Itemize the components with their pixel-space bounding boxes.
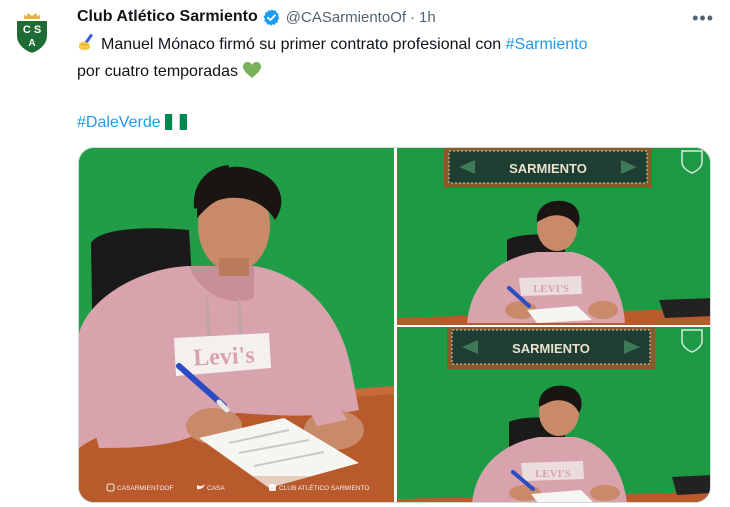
avatar[interactable]: C S A	[8, 8, 56, 56]
hashtag-daleverde[interactable]: #DaleVerde	[77, 114, 161, 131]
writing-hand-icon	[77, 32, 97, 60]
verified-badge-icon	[262, 8, 281, 27]
more-options-icon[interactable]: •••	[692, 8, 714, 29]
svg-text:CASARMIENTOOF: CASARMIENTOOF	[117, 485, 174, 492]
svg-text:A: A	[28, 38, 35, 49]
tweet-line-1: Manuel Mónaco firmó su primer contrato p…	[77, 32, 707, 60]
separator-dot: ·	[410, 8, 416, 26]
author-name[interactable]: Club Atlético Sarmiento	[77, 8, 258, 26]
svg-text:C S: C S	[23, 24, 41, 36]
tweet-timestamp[interactable]: 1h	[419, 9, 436, 26]
club-crest-icon: C S A	[15, 13, 49, 56]
hashtag-sarmiento[interactable]: #Sarmiento	[506, 36, 588, 53]
tweet-text-continued: por cuatro temporadas	[77, 63, 238, 80]
photo-bottom-right[interactable]: SARMIENTO LEVI'S	[397, 327, 710, 502]
tweet-media-grid: Levi's CASARMIENTOOF CASA CLUB ATLÉTICO …	[78, 147, 711, 503]
svg-text:SARMIENTO: SARMIENTO	[509, 161, 587, 176]
tweet-line-2: por cuatro temporadas	[77, 60, 707, 87]
author-handle[interactable]: @CASarmientoOf	[286, 9, 406, 26]
svg-text:SARMIENTO: SARMIENTO	[512, 341, 590, 356]
nigeria-flag-icon	[165, 114, 188, 138]
svg-text:LEVI'S: LEVI'S	[535, 468, 571, 480]
tweet-text: Manuel Mónaco firmó su primer contrato p…	[77, 32, 707, 138]
svg-text:CASA: CASA	[207, 485, 225, 492]
tweet-text-main: Manuel Mónaco firmó su primer contrato p…	[101, 36, 506, 53]
photo-top-right[interactable]: SARMIENTO LEVI'S	[397, 148, 710, 325]
green-heart-icon	[242, 61, 262, 87]
tweet-line-3: #DaleVerde	[77, 111, 707, 138]
svg-text:CLUB ATLÉTICO SARMIENTO: CLUB ATLÉTICO SARMIENTO	[279, 483, 369, 492]
svg-text:LEVI'S: LEVI'S	[533, 283, 569, 295]
photo-main[interactable]: Levi's CASARMIENTOOF CASA CLUB ATLÉTICO …	[79, 148, 394, 502]
tweet-header: Club Atlético Sarmiento @CASarmientoOf ·…	[77, 6, 720, 28]
svg-text:Levi's: Levi's	[193, 342, 256, 371]
